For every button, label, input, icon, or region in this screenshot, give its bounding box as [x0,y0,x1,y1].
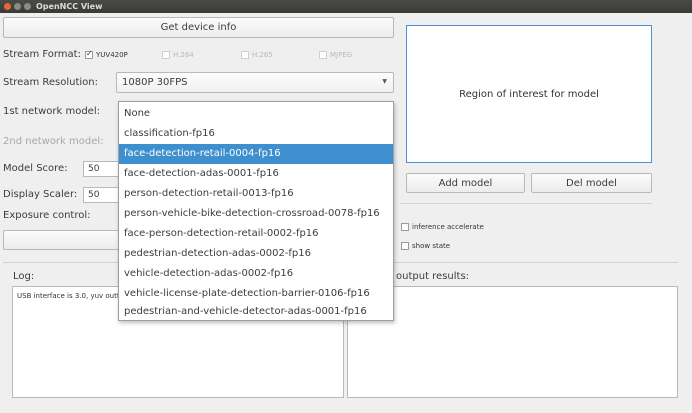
network2-label: 2nd network model: [3,136,104,147]
window-maximize-button[interactable] [24,3,31,10]
h265-checkbox[interactable] [241,51,249,59]
divider [400,203,652,204]
show-state-checkbox[interactable] [401,242,409,250]
network1-label: 1st network model: [3,106,100,117]
dropdown-item[interactable]: pedestrian-and-vehicle-detector-adas-000… [119,304,393,320]
dropdown-item[interactable]: None [119,104,393,124]
stream-resolution-value: 1080P 30FPS [122,77,188,88]
network-model-dropdown-list[interactable]: None classification-fp16 face-detection-… [118,101,394,321]
dropdown-item[interactable]: vehicle-detection-adas-0002-fp16 [119,264,393,284]
model-score-field[interactable]: 50 [83,161,119,177]
mjpeg-checkbox[interactable] [319,51,327,59]
model-score-value: 50 [88,164,100,174]
display-scaler-label: Display Scaler: [3,189,78,200]
dropdown-item[interactable]: classification-fp16 [119,124,393,144]
window-close-button[interactable] [4,3,11,10]
dropdown-item[interactable]: person-vehicle-bike-detection-crossroad-… [119,204,393,224]
output-results-label: output results: [396,271,470,282]
yuv420p-checkbox[interactable] [85,49,93,59]
output-results-panel[interactable] [347,286,678,398]
show-state-label: show state [412,242,451,250]
mjpeg-label: MJPEG [330,51,353,59]
dropdown-item[interactable]: person-detection-retail-0013-fp16 [119,184,393,204]
stream-format-label: Stream Format: [3,49,81,60]
h264-label: H.264 [173,51,194,59]
dropdown-item-selected[interactable]: face-detection-retail-0004-fp16 [119,144,393,164]
window-title: OpenNCC View [36,2,103,11]
display-scaler-field[interactable]: 50 [83,187,119,203]
inference-accelerate-checkbox[interactable] [401,223,409,231]
del-model-button[interactable]: Del model [531,173,652,193]
chevron-down-icon: ▼ [382,78,387,85]
display-scaler-value: 50 [88,190,100,200]
dropdown-item[interactable]: face-detection-adas-0001-fp16 [119,164,393,184]
window-minimize-button[interactable] [14,3,21,10]
stream-resolution-label: Stream Resolution: [3,77,98,88]
roi-text: Region of interest for model [459,88,599,100]
get-device-info-button[interactable]: Get device info [3,17,394,38]
h265-label: H.265 [252,51,273,59]
stream-resolution-select[interactable]: 1080P 30FPS ▼ [116,72,394,93]
log-text: USB interface is 3.0, yuv outf [17,292,120,300]
yuv420p-label: YUV420P [96,51,128,59]
dropdown-item[interactable]: vehicle-license-plate-detection-barrier-… [119,284,393,304]
h264-checkbox[interactable] [162,51,170,59]
model-score-label: Model Score: [3,163,68,174]
exposure-control-label: Exposure control: [3,210,91,221]
log-label: Log: [13,271,35,282]
title-bar: OpenNCC View [0,0,692,13]
roi-panel[interactable]: Region of interest for model [406,25,652,163]
dropdown-item[interactable]: face-person-detection-retail-0002-fp16 [119,224,393,244]
inference-accelerate-label: inference accelerate [412,223,484,231]
dropdown-item[interactable]: pedestrian-detection-adas-0002-fp16 [119,244,393,264]
add-model-button[interactable]: Add model [406,173,525,193]
